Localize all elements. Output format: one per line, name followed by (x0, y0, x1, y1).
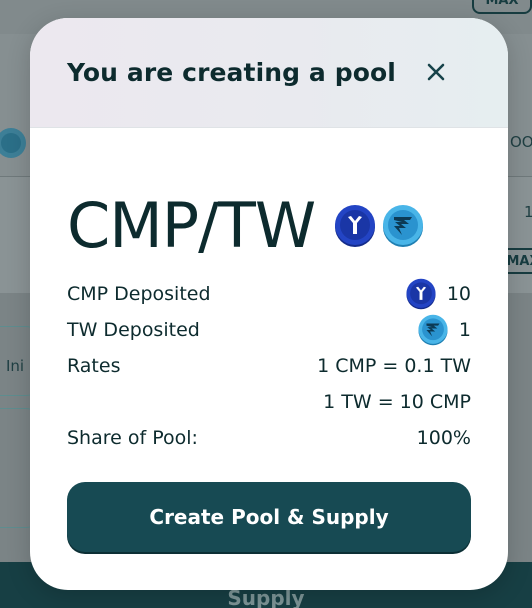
info-value-group: 1 (417, 314, 471, 346)
cmp-token-icon (335, 205, 376, 247)
info-label: TW Deposited (67, 319, 200, 341)
info-value-group: 10 (405, 278, 471, 310)
info-label: Share of Pool: (67, 427, 198, 449)
bg-side-fragment: OO (510, 133, 532, 151)
close-icon (427, 63, 445, 81)
bg-max-button-top: MAX (472, 0, 532, 14)
info-row-rates-inverse: 1 TW = 10 CMP (67, 384, 471, 420)
close-button[interactable] (422, 58, 450, 86)
bg-side-number: 1 (524, 203, 532, 221)
pool-info: CMP Deposited 10 TW Deposited 1 Rates 1 … (67, 276, 471, 456)
info-row-rates: Rates 1 CMP = 0.1 TW (67, 348, 471, 384)
cmp-token-icon (406, 278, 436, 310)
modal-title: You are creating a pool (67, 58, 396, 87)
info-value: 100% (416, 427, 471, 449)
tw-token-icon (383, 205, 424, 247)
info-value: 10 (446, 283, 471, 305)
create-pool-supply-button[interactable]: Create Pool & Supply (67, 482, 471, 552)
pair-icons (333, 204, 425, 248)
info-row-tw-deposited: TW Deposited 1 (67, 312, 471, 348)
info-value: 1 (458, 319, 471, 341)
pair-name: CMP/TW (67, 189, 316, 262)
bg-tw-token-icon (0, 126, 28, 164)
info-value: 1 TW = 10 CMP (323, 391, 471, 413)
pool-pair: CMP/TW (67, 186, 425, 266)
modal-header: You are creating a pool (30, 18, 508, 128)
info-value: 1 CMP = 0.1 TW (317, 355, 471, 377)
tw-token-icon (418, 314, 448, 346)
create-pool-modal: You are creating a pool CMP/TW CMP Depos… (30, 18, 508, 590)
info-row-share-of-pool: Share of Pool: 100% (67, 420, 471, 456)
info-row-cmp-deposited: CMP Deposited 10 (67, 276, 471, 312)
info-label: CMP Deposited (67, 283, 211, 305)
info-label: Rates (67, 355, 121, 377)
